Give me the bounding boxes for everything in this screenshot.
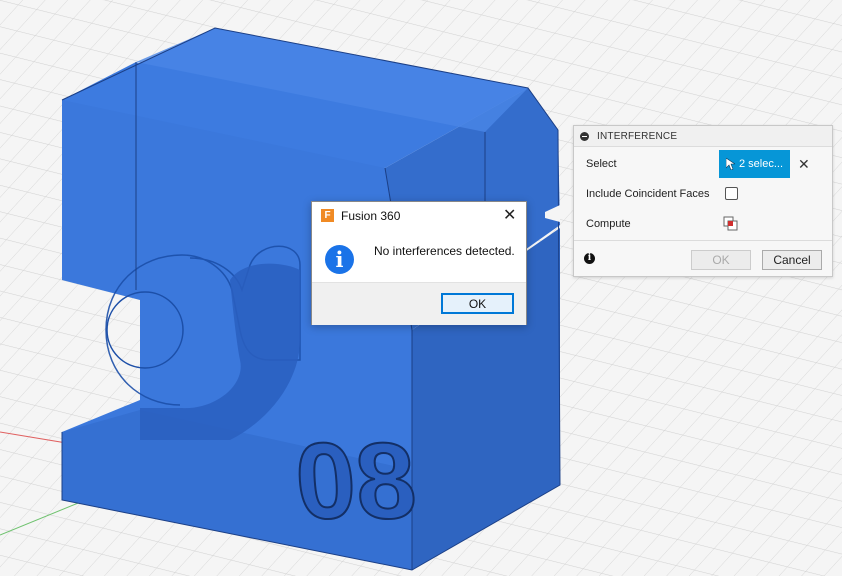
interference-panel: INTERFERENCE Select 2 selec... ✕ Include… [573,125,833,277]
info-icon[interactable]: i [584,253,595,264]
compute-icon[interactable] [723,216,738,231]
select-bodies-button[interactable]: 2 selec... [719,150,790,178]
select-button-label: 2 selec... [738,158,784,170]
fusion-logo-icon: F [321,209,334,222]
select-label: Select [586,158,617,170]
info-icon: i [325,245,354,274]
dialog-title: Fusion 360 [341,209,401,223]
compute-label: Compute [586,218,631,230]
message-dialog: F Fusion 360 ✕ i No interferences detect… [311,201,527,325]
panel-title: INTERFERENCE [597,130,678,142]
cancel-button[interactable]: Cancel [762,250,822,270]
dialog-footer: OK [312,282,526,325]
ok-button[interactable]: OK [441,293,514,314]
clear-selection-icon[interactable]: ✕ [798,156,810,173]
panel-header: INTERFERENCE [574,126,832,147]
coincident-faces-label: Include Coincident Faces [586,188,710,200]
ok-button-disabled[interactable]: OK [691,250,751,270]
coincident-faces-checkbox[interactable] [725,187,738,200]
dialog-titlebar[interactable]: F Fusion 360 ✕ [312,202,526,230]
dialog-message: No interferences detected. [374,244,515,258]
close-icon[interactable]: ✕ [503,205,516,225]
engraved-digits: 08 [291,420,420,541]
cursor-arrow-icon [725,158,735,170]
panel-footer: i OK Cancel [574,240,832,277]
collapse-icon[interactable] [580,131,589,141]
